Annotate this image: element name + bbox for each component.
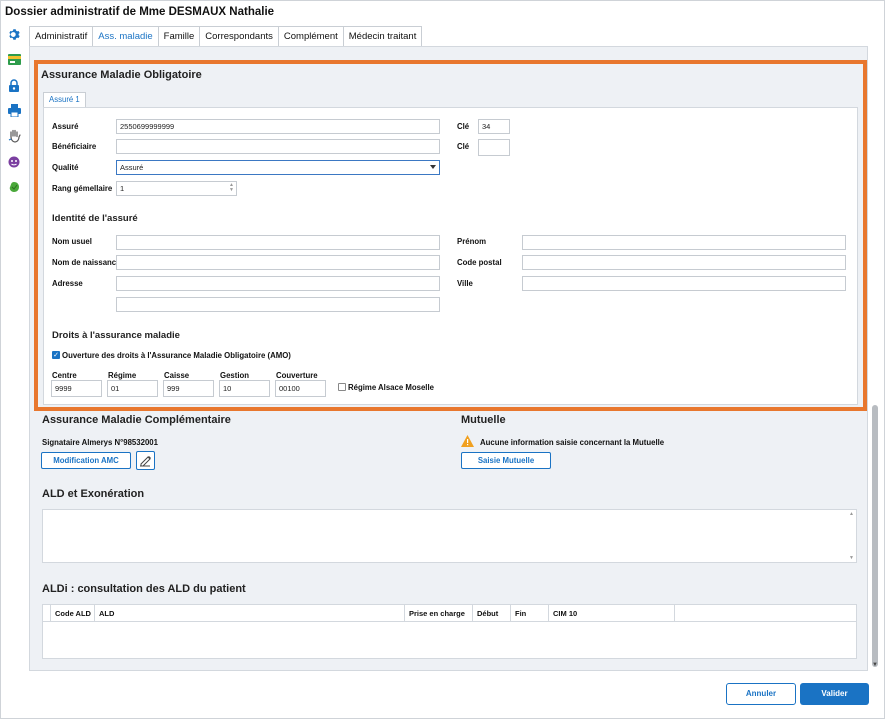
saisie-mutuelle-button[interactable]: Saisie Mutuelle <box>461 452 551 469</box>
qualite-label: Qualité <box>52 163 79 172</box>
assure-label: Assuré <box>52 122 79 131</box>
aldi-table: Code ALD ALD Prise en charge Début Fin C… <box>42 604 857 659</box>
qualite-select[interactable]: Assuré <box>116 160 440 175</box>
col-code-ald[interactable]: Code ALD <box>51 605 95 622</box>
prenom-input[interactable] <box>522 235 846 250</box>
gestion-label: Gestion <box>220 371 250 380</box>
scroll-down-arrow-icon[interactable]: ▼ <box>872 662 878 668</box>
qualite-value: Assuré <box>120 163 144 172</box>
identite-title: Identité de l'assuré <box>52 213 138 224</box>
window-title: Dossier administratif de Mme DESMAUX Nat… <box>5 6 275 18</box>
cancel-button[interactable]: Annuler <box>726 683 796 705</box>
warning-icon <box>461 435 474 449</box>
caisse-label: Caisse <box>164 371 190 380</box>
cle-beneficiaire-label: Clé <box>457 142 470 151</box>
amo-title: Assurance Maladie Obligatoire <box>41 69 202 81</box>
tab-correspondants[interactable]: Correspondants <box>199 26 279 47</box>
scrollbar-thumb[interactable] <box>872 405 878 667</box>
beneficiaire-input[interactable] <box>116 139 440 154</box>
cle-label: Clé <box>457 122 470 131</box>
eraser-icon <box>140 456 151 467</box>
green-blob-icon[interactable] <box>7 180 21 194</box>
mutuelle-title: Mutuelle <box>461 414 506 426</box>
rang-gemellaire-label: Rang gémellaire <box>52 184 113 193</box>
amc-signataire: Signataire Almerys N°98532001 <box>42 438 158 447</box>
edit-amc-button[interactable] <box>136 451 155 470</box>
code-postal-input[interactable] <box>522 255 846 270</box>
print-icon[interactable] <box>7 103 21 117</box>
droits-title: Droits à l'assurance maladie <box>52 330 180 341</box>
ouverture-droits-checkbox[interactable]: ✓ <box>52 351 60 359</box>
nom-usuel-label: Nom usuel <box>52 237 92 246</box>
tab-bar: Administratif Ass. maladie Famille Corre… <box>29 26 423 47</box>
tab-ass-maladie[interactable]: Ass. maladie <box>92 26 159 47</box>
validate-button[interactable]: Valider <box>800 683 869 705</box>
nom-usuel-input[interactable] <box>116 235 440 250</box>
stepper-arrows-icon[interactable]: ▲ ▼ <box>229 183 234 193</box>
tab-complement[interactable]: Complément <box>277 26 344 47</box>
assure-input[interactable]: 2550699999999 <box>116 119 440 134</box>
rang-gemellaire-value: 1 <box>120 184 125 193</box>
gestion-input[interactable]: 10 <box>219 380 270 397</box>
textarea-scroll-up-icon[interactable]: ▲ <box>849 511 854 517</box>
adresse-input-1[interactable] <box>116 276 440 291</box>
mutuelle-warning: Aucune information saisie concernant la … <box>480 438 665 447</box>
regime-alsace-label: Régime Alsace Moselle <box>348 383 434 392</box>
cle-beneficiaire-input[interactable] <box>478 139 510 156</box>
col-prise-en-charge[interactable]: Prise en charge <box>405 605 473 622</box>
regime-alsace-checkbox[interactable] <box>338 383 346 391</box>
tab-administratif[interactable]: Administratif <box>29 26 94 47</box>
adresse-input-2[interactable] <box>116 297 440 312</box>
hand-icon[interactable] <box>7 129 21 143</box>
ville-input[interactable] <box>522 276 846 291</box>
chevron-down-icon <box>430 165 436 169</box>
textarea-scroll-down-icon[interactable]: ▼ <box>849 555 854 561</box>
centre-label: Centre <box>52 371 77 380</box>
tab-famille[interactable]: Famille <box>157 26 201 47</box>
ouverture-droits-label: Ouverture des droits à l'Assurance Malad… <box>62 351 291 360</box>
ald-textarea[interactable] <box>42 509 857 563</box>
beneficiaire-label: Bénéficiaire <box>52 142 97 151</box>
rang-gemellaire-stepper[interactable]: 1 ▲ ▼ <box>116 181 237 196</box>
nom-naissance-label: Nom de naissance <box>52 258 121 267</box>
aldi-title: ALDi : consultation des ALD du patient <box>42 583 246 595</box>
couverture-input[interactable]: 00100 <box>275 380 326 397</box>
tab-medecin-traitant[interactable]: Médecin traitant <box>342 26 423 47</box>
ville-label: Ville <box>457 279 473 288</box>
nom-naissance-input[interactable] <box>116 255 440 270</box>
col-fin[interactable]: Fin <box>511 605 549 622</box>
col-debut[interactable]: Début <box>473 605 511 622</box>
lock-icon[interactable] <box>7 78 21 92</box>
amc-title: Assurance Maladie Complémentaire <box>42 414 231 426</box>
adresse-label: Adresse <box>52 279 83 288</box>
code-postal-label: Code postal <box>457 258 502 267</box>
modification-amc-button[interactable]: Modification AMC <box>41 452 131 469</box>
col-cim-10[interactable]: CIM 10 <box>549 605 675 622</box>
caisse-input[interactable]: 999 <box>163 380 214 397</box>
centre-input[interactable]: 9999 <box>51 380 102 397</box>
col-ald[interactable]: ALD <box>95 605 405 622</box>
regime-label: Régime <box>108 371 137 380</box>
face-icon[interactable] <box>7 155 21 169</box>
regime-input[interactable]: 01 <box>107 380 158 397</box>
couverture-label: Couverture <box>276 371 318 380</box>
ald-title: ALD et Exonération <box>42 488 145 500</box>
tab-assure-1[interactable]: Assuré 1 <box>43 92 86 107</box>
card-icon[interactable] <box>7 52 21 66</box>
cle-input[interactable]: 34 <box>478 119 510 134</box>
settings-icon[interactable] <box>7 27 21 41</box>
prenom-label: Prénom <box>457 237 487 246</box>
